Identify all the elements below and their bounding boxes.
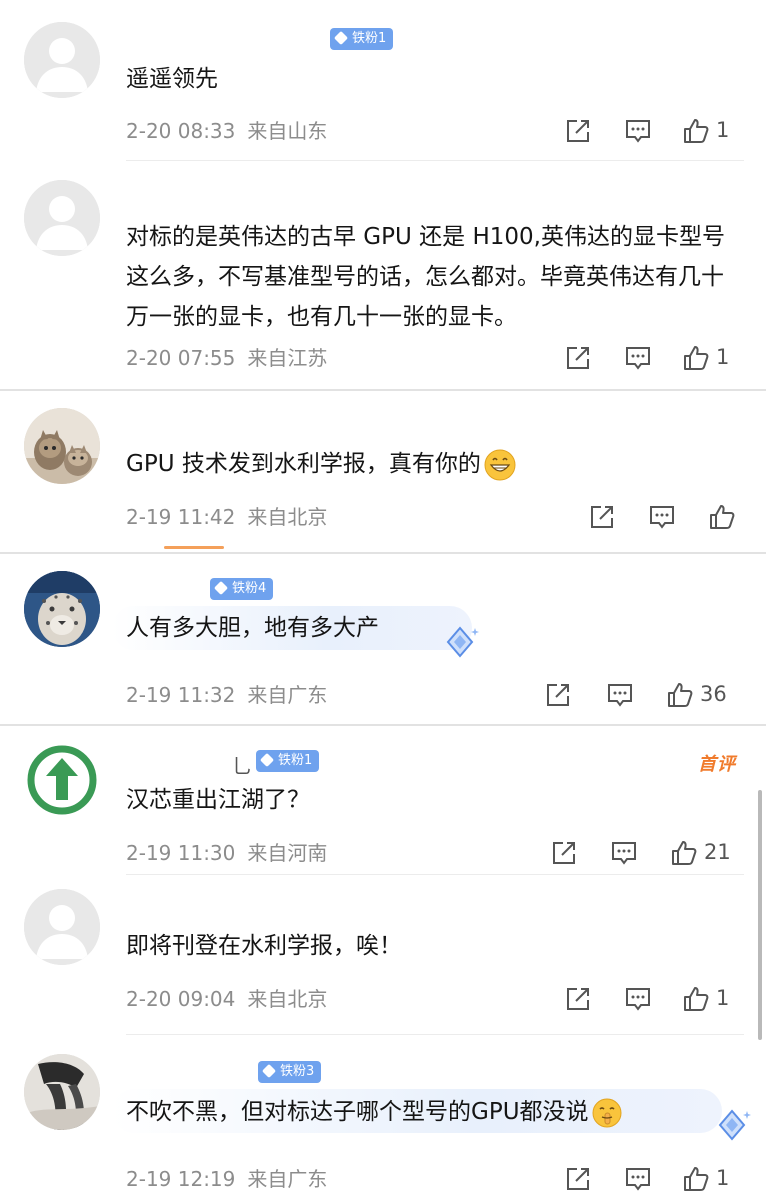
first-comment-tag: 首评 xyxy=(698,754,736,775)
avatar[interactable] xyxy=(24,22,100,98)
avatar[interactable] xyxy=(24,408,100,484)
comment-actions: 1 xyxy=(444,115,744,147)
avatar[interactable] xyxy=(24,742,100,818)
thumb-up-icon[interactable] xyxy=(682,985,710,1013)
share-icon[interactable] xyxy=(550,839,578,867)
comment-text: 即将刊登在水利学报，唉！ xyxy=(126,933,402,959)
share-icon[interactable] xyxy=(564,117,592,145)
comment-text: 对标的是英伟达的古早 GPU 还是 H100,英伟达的显卡型号这么多，不写基准型… xyxy=(126,224,725,330)
comment-location: 来自北京 xyxy=(247,505,328,529)
comment-location: 来自山东 xyxy=(247,119,328,143)
comment-icon[interactable] xyxy=(624,117,652,145)
fan-badge: 铁粉3 xyxy=(258,1061,322,1083)
thumb-up-icon[interactable] xyxy=(666,681,694,709)
comment-actions: 1 xyxy=(444,983,744,1015)
comment-text: 人有多大胆，地有多大产 xyxy=(126,615,379,641)
comment-location: 来自河南 xyxy=(247,841,328,865)
comment-item: 铁粉3 不吹不黑，但对标达子哪个型号的GPU都没说 2-19 12:19 来自广东… xyxy=(0,1035,766,1200)
comment-date: 2-19 11:42 xyxy=(126,505,236,529)
diamond-icon xyxy=(333,30,349,46)
comment-actions xyxy=(444,501,744,533)
comment-text: 汉芯重出江湖了？ xyxy=(126,787,310,813)
share-icon[interactable] xyxy=(564,1165,592,1193)
comment-item: 铁粉1 遥遥领先 2-20 08:33 来自山东 1 xyxy=(0,0,766,161)
highlight-indicator xyxy=(164,546,224,549)
comment-item: 即将刊登在水利学报，唉！ 2-20 09:04 来自北京 1 xyxy=(0,876,766,1035)
comment-actions: 1 xyxy=(444,1163,744,1195)
comment-meta: 2-19 11:30 来自河南 xyxy=(126,838,327,868)
comment-location: 来自广东 xyxy=(247,683,328,707)
comment-date: 2-20 07:55 xyxy=(126,346,236,370)
thumb-up-icon[interactable] xyxy=(682,1165,710,1193)
like-count: 1 xyxy=(716,345,730,369)
username[interactable]: 乚 xyxy=(232,750,253,778)
fan-badge: 铁粉1 xyxy=(330,28,394,50)
comment-icon[interactable] xyxy=(648,503,676,531)
comment-date: 2-20 08:33 xyxy=(126,119,236,143)
divider xyxy=(126,874,744,875)
comment-date: 2-19 12:19 xyxy=(126,1167,236,1191)
comment-item: 乚 铁粉1 首评 汉芯重出江湖了？ 2-19 11:30 来自河南 21 xyxy=(0,726,766,876)
sparkle-icon xyxy=(718,1109,751,1141)
comment-actions: 1 xyxy=(444,342,744,374)
like-count: 1 xyxy=(716,986,730,1010)
comment-date: 2-19 11:30 xyxy=(126,841,236,865)
diamond-icon xyxy=(261,1063,277,1079)
comment-meta: 2-20 07:55 来自江苏 xyxy=(126,343,327,373)
comment-list: 铁粉1 遥遥领先 2-20 08:33 来自山东 1 对标的是英伟达的古早 GPU… xyxy=(0,0,766,1200)
shush-emoji xyxy=(592,1098,622,1127)
scrollbar[interactable] xyxy=(758,790,762,1040)
comment-meta: 2-20 09:04 来自北京 xyxy=(126,984,327,1014)
comment-item: 对标的是英伟达的古早 GPU 还是 H100,英伟达的显卡型号这么多，不写基准型… xyxy=(0,161,766,389)
comment-icon[interactable] xyxy=(624,344,652,372)
comment-location: 来自北京 xyxy=(247,987,328,1011)
comment-icon[interactable] xyxy=(606,681,634,709)
like-count: 1 xyxy=(716,118,730,142)
thumb-up-icon[interactable] xyxy=(682,117,710,145)
comment-icon[interactable] xyxy=(610,839,638,867)
fan-badge: 铁粉4 xyxy=(210,578,274,600)
share-icon[interactable] xyxy=(588,503,616,531)
diamond-icon xyxy=(259,752,275,768)
avatar[interactable] xyxy=(24,571,100,647)
avatar[interactable] xyxy=(24,180,100,256)
comment-text: 遥遥领先 xyxy=(126,66,218,92)
comment-meta: 2-19 12:19 来自广东 xyxy=(126,1164,327,1194)
like-count: 1 xyxy=(716,1166,730,1190)
comment-date: 2-20 09:04 xyxy=(126,987,236,1011)
like-count: 21 xyxy=(704,840,731,864)
comment-icon[interactable] xyxy=(624,1165,652,1193)
comment-text: GPU 技术发到水利学报，真有你的 xyxy=(126,444,744,484)
comment-meta: 2-20 08:33 来自山东 xyxy=(126,116,327,146)
grin-emoji xyxy=(484,449,516,480)
avatar[interactable] xyxy=(24,889,100,965)
comment-meta: 2-19 11:32 来自广东 xyxy=(126,680,327,710)
thumb-up-icon[interactable] xyxy=(708,503,736,531)
comment-meta: 2-19 11:42 来自北京 xyxy=(126,502,327,532)
comment-actions: 21 xyxy=(444,837,744,869)
diamond-icon xyxy=(213,580,229,596)
fan-badge: 铁粉1 xyxy=(256,750,320,772)
comment-text: 不吹不黑，但对标达子哪个型号的GPU都没说 xyxy=(126,1092,744,1132)
thumb-up-icon[interactable] xyxy=(682,344,710,372)
share-icon[interactable] xyxy=(564,344,592,372)
share-icon[interactable] xyxy=(544,681,572,709)
comment-location: 来自广东 xyxy=(247,1167,328,1191)
avatar[interactable] xyxy=(24,1054,100,1130)
comment-icon[interactable] xyxy=(624,985,652,1013)
sparkle-icon xyxy=(446,626,479,658)
comment-actions: 36 xyxy=(444,679,744,711)
thumb-up-icon[interactable] xyxy=(670,839,698,867)
comment-item: GPU 技术发到水利学报，真有你的 2-19 11:42 来自北京 xyxy=(0,391,766,551)
comment-location: 来自江苏 xyxy=(247,346,328,370)
share-icon[interactable] xyxy=(564,985,592,1013)
comment-date: 2-19 11:32 xyxy=(126,683,236,707)
comment-item: 铁粉4 人有多大胆，地有多大产 2-19 11:32 来自广东 36 xyxy=(0,554,766,724)
like-count: 36 xyxy=(700,682,727,706)
